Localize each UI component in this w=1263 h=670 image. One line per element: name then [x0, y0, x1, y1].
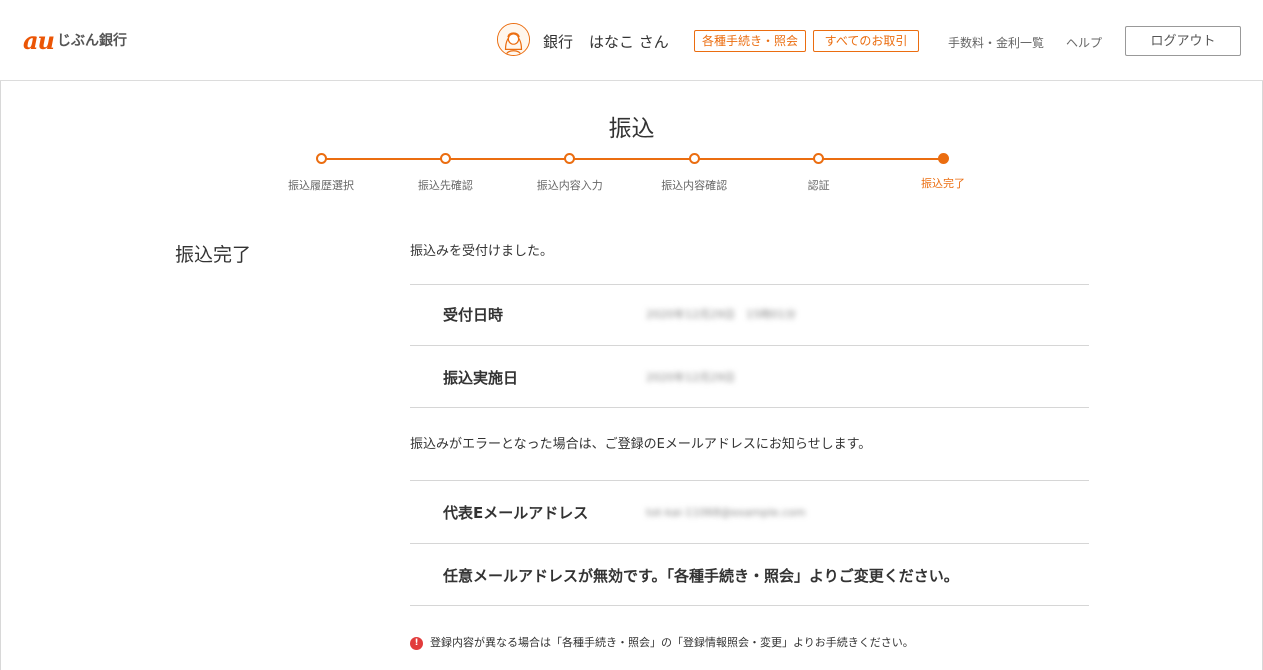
divider — [410, 480, 1089, 481]
logo-text: じぶん銀行 — [57, 33, 127, 49]
stepper-track — [321, 158, 943, 160]
received-datetime-value: 2020年12月29日 15時01分 — [646, 308, 796, 321]
divider — [410, 543, 1089, 544]
optional-email-notice: 任意メールアドレスが無効です。「各種手続き・照会」よりご変更ください。 — [443, 567, 959, 585]
step-label: 振込先確認 — [417, 179, 473, 192]
all-transactions-button[interactable]: すべてのお取引 — [813, 30, 919, 52]
step-dot — [315, 153, 327, 164]
email-value: tot-kai-11068@example.com — [646, 506, 806, 519]
divider — [410, 407, 1089, 408]
registration-notice-text: 登録内容が異なる場合は「各種手続き・照会」の「登録情報照会・変更」よりお手続きく… — [430, 636, 914, 649]
logout-button[interactable]: ログアウト — [1125, 26, 1241, 56]
step-label: 振込履歴選択 — [288, 179, 354, 192]
logo-au-mark: au — [23, 26, 55, 55]
step-dot — [688, 153, 700, 164]
exclamation-icon: ! — [410, 636, 423, 650]
transfer-date-value: 2020年12月29日 — [646, 371, 735, 384]
procedures-button[interactable]: 各種手続き・照会 — [694, 30, 806, 52]
section-title: 振込完了 — [175, 244, 252, 266]
global-header: au じぶん銀行 銀行 はなこ さん 各種手続き・照会 すべてのお取引 手数料・… — [0, 0, 1263, 81]
page-title: 振込 — [608, 116, 655, 142]
user-avatar-icon — [497, 23, 530, 56]
step-label: 振込内容確認 — [661, 179, 728, 192]
error-notification-message: 振込みがエラーとなった場合は、ご登録のEメールアドレスにお知らせします。 — [410, 437, 872, 452]
received-message: 振込みを受付けました。 — [410, 244, 554, 259]
step-label: 振込内容入力 — [536, 179, 603, 192]
received-datetime-label: 受付日時 — [443, 306, 504, 324]
fees-rates-link[interactable]: 手数料・金利一覧 — [948, 34, 1044, 51]
step-dot — [937, 153, 949, 164]
step-label: 振込完了 — [921, 177, 965, 190]
brand-logo[interactable]: au じぶん銀行 — [23, 29, 127, 53]
divider — [410, 284, 1089, 285]
transfer-date-label: 振込実施日 — [443, 369, 519, 387]
divider — [410, 605, 1089, 606]
user-name: はなこ さん — [589, 33, 669, 51]
help-link[interactable]: ヘルプ — [1066, 34, 1102, 51]
user-bank-label: 銀行 — [543, 33, 574, 51]
email-label: 代表Eメールアドレス — [443, 504, 589, 522]
divider — [410, 345, 1089, 346]
step-label: 認証 — [807, 179, 830, 192]
registration-notice: ! 登録内容が異なる場合は「各種手続き・照会」の「登録情報照会・変更」よりお手続… — [410, 635, 914, 651]
step-dot — [439, 153, 451, 164]
